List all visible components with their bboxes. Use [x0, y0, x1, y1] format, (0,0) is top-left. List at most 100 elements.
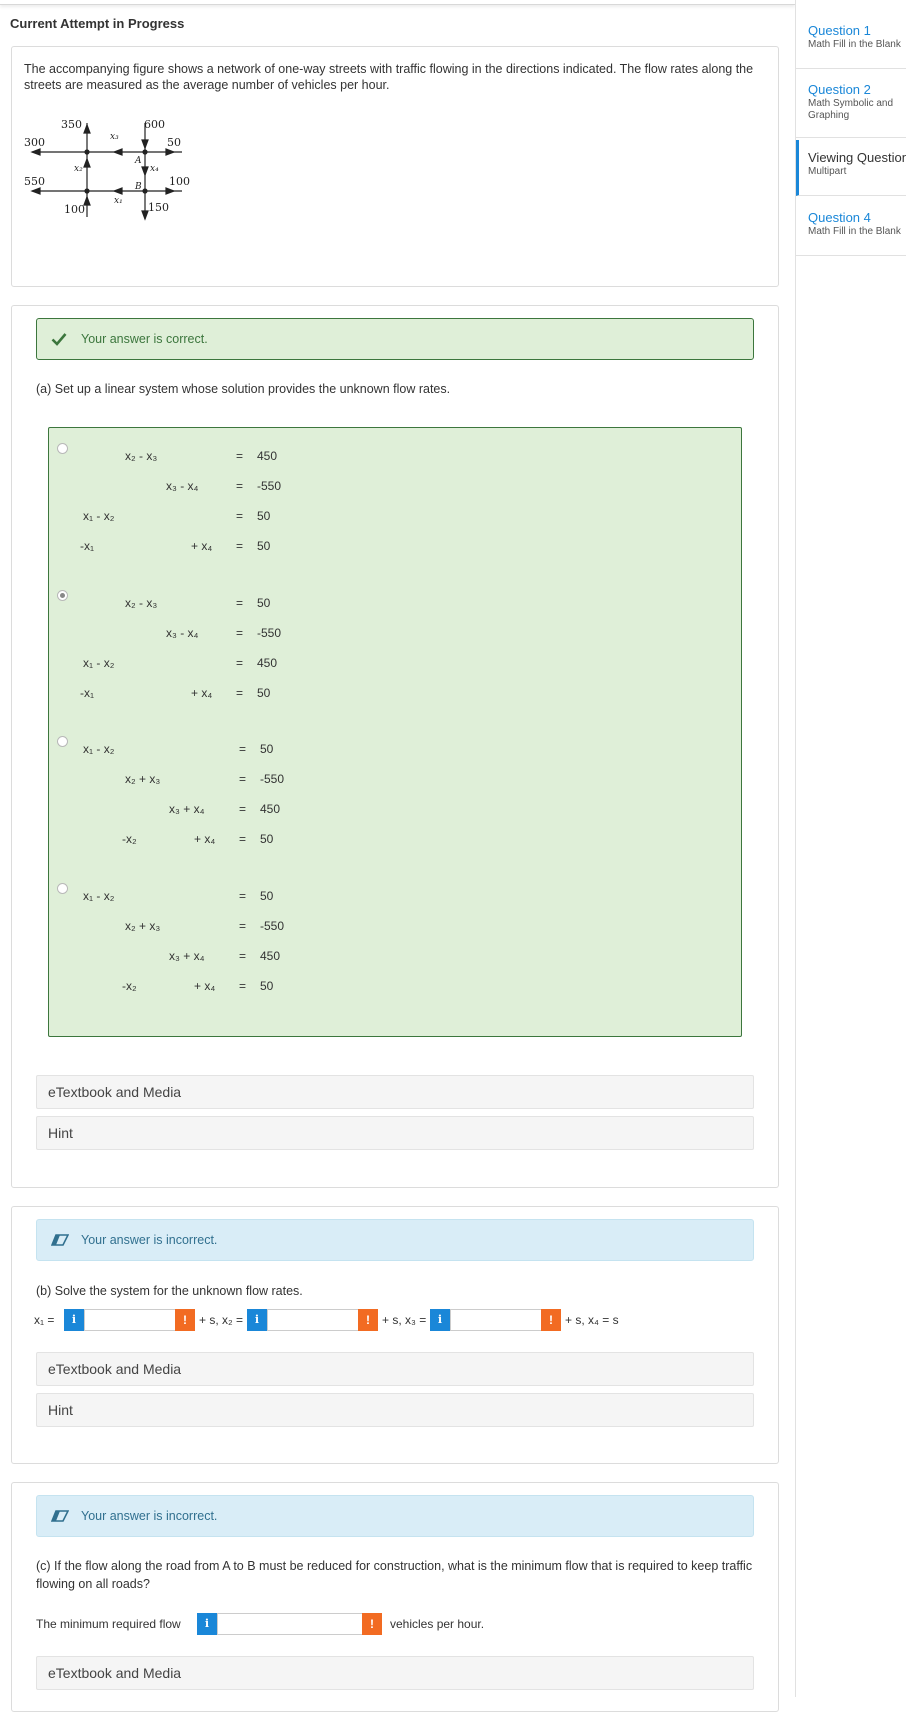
sidebar-item-subtitle: Math Fill in the Blank [808, 226, 901, 237]
min-flow-unit: vehicles per hour. [390, 1617, 485, 1631]
option-4-row-4-lhs: -x₂ [122, 979, 137, 993]
option-3-row-1-lhs: x₁ - x₂ [83, 742, 115, 756]
option-2-row-1-lhs: x₂ - x₃ [125, 596, 158, 610]
sidebar-item-subtitle: Math Fill in the Blank [808, 39, 901, 50]
part-b-status-text: Your answer is incorrect. [81, 1233, 218, 1247]
x3-info-icon[interactable]: i [430, 1309, 450, 1331]
option-1-row-4-lhs2: + x₄ [191, 539, 213, 553]
option-4-row-3-rhs: 450 [260, 949, 281, 963]
option-2-row-2-eq: = [236, 626, 244, 640]
part-a-status: Your answer is correct. [36, 318, 754, 360]
checkmark-icon [51, 332, 73, 346]
option-1-row-1-lhs: x₂ - x₃ [125, 449, 158, 463]
option-2-row-3-lhs: x₁ - x₂ [83, 656, 115, 670]
label-350: 350 [61, 119, 82, 131]
x3-alert-icon[interactable]: ! [541, 1309, 561, 1331]
part-c-etextbook[interactable]: eTextbook and Media [36, 1656, 754, 1690]
option-1-row-4-eq: = [236, 539, 244, 553]
option-4-radio[interactable] [57, 883, 68, 894]
part-b-card: Your answer is incorrect. (b) Solve the … [11, 1206, 779, 1464]
option-3-radio[interactable] [57, 736, 68, 747]
option-1-row-3-eq: = [236, 509, 244, 523]
problem-text: The accompanying figure shows a network … [24, 62, 754, 92]
sidebar-item-subtitle: Math Symbolic and Graphing [808, 98, 894, 121]
x3-label: + s, x₃ = [382, 1313, 427, 1327]
option-3-row-2-rhs: -550 [260, 772, 285, 786]
option-1-row-2-lhs: x₃ - x₄ [166, 479, 199, 493]
option-2-row-4-lhs: -x₁ [80, 686, 95, 700]
part-b-hint[interactable]: Hint [36, 1393, 754, 1427]
option-1-radio[interactable] [57, 443, 68, 454]
part-a-hint[interactable]: Hint [36, 1116, 754, 1150]
option-4-row-1-eq: = [239, 889, 247, 903]
x1-label: x₁ = [34, 1313, 55, 1327]
option-3-row-4-rhs: 50 [260, 832, 274, 846]
label-x4: x₄ [150, 164, 159, 174]
option-1-row-2-rhs: -550 [257, 479, 282, 493]
problem-card: The accompanying figure shows a network … [11, 46, 779, 287]
x1-input[interactable] [84, 1309, 186, 1331]
option-3-row-4-lhs2: + x₄ [194, 832, 216, 846]
x4-label: + s, x₄ = s [565, 1313, 619, 1327]
min-flow-input[interactable] [217, 1613, 364, 1635]
x2-input[interactable] [267, 1309, 369, 1331]
x3-input[interactable] [450, 1309, 552, 1331]
option-2-row-4-eq: = [236, 686, 244, 700]
sidebar-item-question-1[interactable]: Question 1 Math Fill in the Blank [796, 13, 906, 69]
option-1-row-1-rhs: 450 [257, 449, 278, 463]
label-B: B [134, 182, 142, 192]
part-c-card: Your answer is incorrect. (c) If the flo… [11, 1482, 779, 1712]
label-100-bottom: 100 [64, 203, 85, 216]
min-flow-info-icon[interactable]: i [197, 1613, 217, 1635]
part-c-question: (c) If the flow along the road from A to… [36, 1559, 753, 1591]
option-4-row-4-rhs: 50 [260, 979, 274, 993]
option-3-row-2-lhs: x₂ + x₃ [125, 772, 161, 786]
x1-info-icon[interactable]: i [64, 1309, 84, 1331]
option-4-row-2-eq: = [239, 919, 247, 933]
option-3-row-3-eq: = [239, 802, 247, 816]
label-600: 600 [144, 119, 165, 131]
option-1-row-2-eq: = [236, 479, 244, 493]
x2-alert-icon[interactable]: ! [358, 1309, 378, 1331]
option-3-row-1-eq: = [239, 742, 247, 756]
sidebar-item-title: Question 4 [808, 210, 871, 225]
option-2-row-4-lhs2: + x₄ [191, 686, 213, 700]
x2-info-icon[interactable]: i [247, 1309, 267, 1331]
part-b-etextbook[interactable]: eTextbook and Media [36, 1352, 754, 1386]
option-3-row-2-eq: = [239, 772, 247, 786]
sidebar-item-question-4[interactable]: Question 4 Math Fill in the Blank [796, 200, 906, 256]
part-a-options: x₂ - x₃ = 450 x₃ - x₄ = -550 x₁ - x₂ = 5… [48, 427, 742, 1037]
eraser-icon [51, 1234, 73, 1246]
option-2-row-1-eq: = [236, 596, 244, 610]
label-550: 550 [24, 175, 45, 188]
question-sidebar: Question 1 Math Fill in the Blank Questi… [795, 0, 906, 1697]
part-b-status: Your answer is incorrect. [36, 1219, 754, 1261]
label-300: 300 [24, 136, 45, 149]
option-2-radio[interactable] [57, 590, 68, 601]
option-2-row-2-lhs: x₃ - x₄ [166, 626, 199, 640]
option-3-row-3-lhs: x₃ + x₄ [169, 802, 205, 816]
part-a-etextbook[interactable]: eTextbook and Media [36, 1075, 754, 1109]
option-3-row-4-lhs: -x₂ [122, 832, 137, 846]
option-3-row-3-rhs: 450 [260, 802, 281, 816]
part-a-status-text: Your answer is correct. [81, 332, 208, 346]
sidebar-item-title: Question 2 [808, 82, 871, 97]
option-4-row-4-eq: = [239, 979, 247, 993]
option-4-row-3-eq: = [239, 949, 247, 963]
label-x3: x₃ [110, 132, 119, 142]
sidebar-item-question-3[interactable]: Viewing Question 3 Multipart [796, 140, 906, 196]
min-flow-alert-icon[interactable]: ! [362, 1613, 382, 1635]
sidebar-item-question-2[interactable]: Question 2 Math Symbolic and Graphing [796, 72, 906, 138]
option-2-row-3-eq: = [236, 656, 244, 670]
option-1-row-4-rhs: 50 [257, 539, 271, 553]
part-b-question: (b) Solve the system for the unknown flo… [36, 1284, 303, 1298]
sidebar-item-subtitle: Multipart [808, 166, 847, 177]
eraser-icon [51, 1510, 73, 1522]
option-4-row-1-rhs: 50 [260, 889, 274, 903]
option-1-row-3-lhs: x₁ - x₂ [83, 509, 115, 523]
x1-alert-icon[interactable]: ! [175, 1309, 195, 1331]
part-c-status-text: Your answer is incorrect. [81, 1509, 218, 1523]
option-4-row-3-lhs: x₃ + x₄ [169, 949, 205, 963]
sidebar-item-title: Question 1 [808, 23, 871, 38]
option-3-row-4-eq: = [239, 832, 247, 846]
